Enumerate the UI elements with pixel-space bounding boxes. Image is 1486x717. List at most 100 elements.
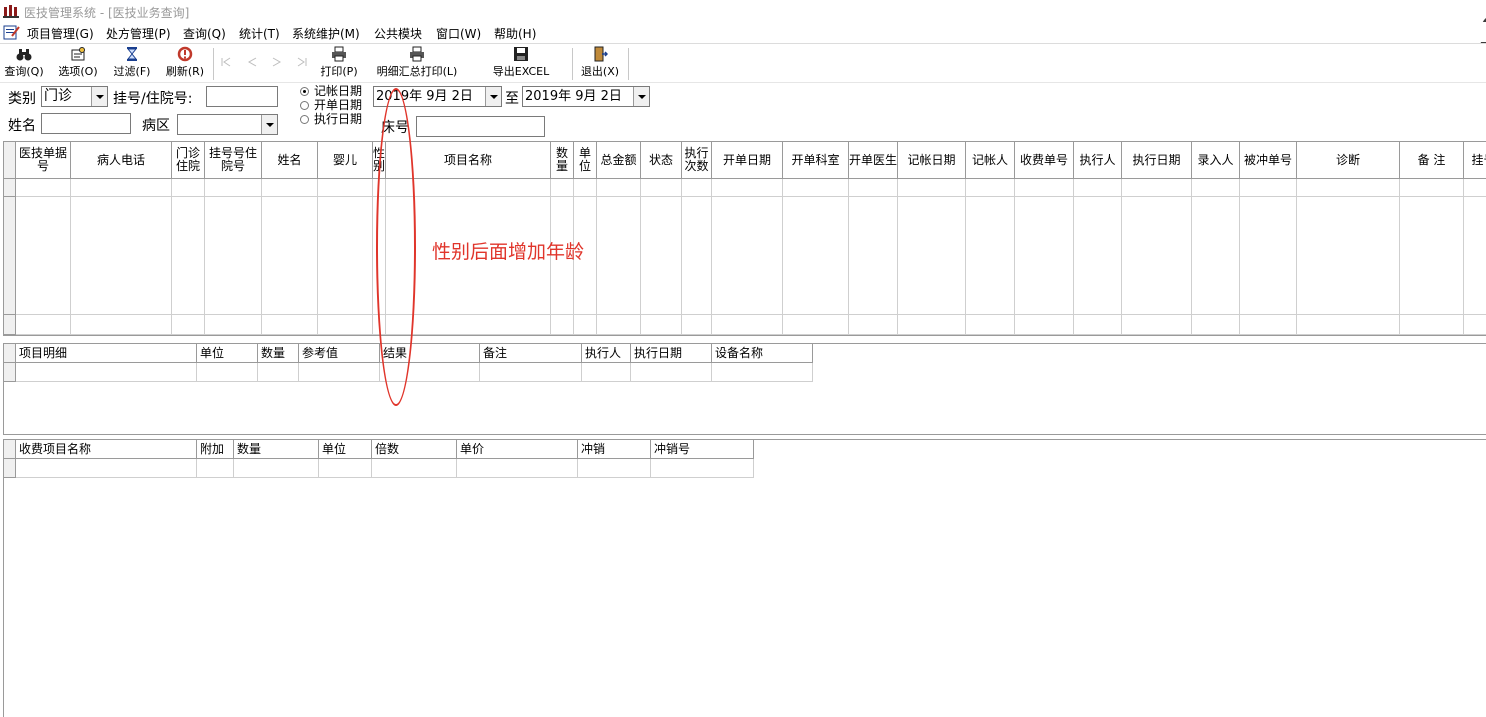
- column-header[interactable]: 备 注: [1400, 142, 1464, 179]
- menu-item-7[interactable]: 帮助(H): [494, 25, 536, 42]
- grid-cell[interactable]: [16, 197, 71, 315]
- column-header[interactable]: 婴儿: [318, 142, 373, 179]
- refresh-button[interactable]: 刷新(R): [163, 46, 207, 79]
- column-header[interactable]: 挂号号住院号: [205, 142, 262, 179]
- column-header[interactable]: 执行日期: [631, 344, 712, 363]
- grid-cell[interactable]: [16, 363, 197, 382]
- row-indicator[interactable]: [4, 363, 16, 382]
- grid-cell[interactable]: [712, 197, 783, 315]
- grid-cell[interactable]: [712, 363, 813, 382]
- export-excel-button[interactable]: 导出EXCEL: [490, 46, 552, 79]
- grid-cell[interactable]: [966, 179, 1015, 197]
- grid-cell[interactable]: [1240, 315, 1297, 335]
- column-header[interactable]: 开单科室: [783, 142, 849, 179]
- column-header[interactable]: 收费单号: [1015, 142, 1074, 179]
- grid-cell[interactable]: [1015, 179, 1074, 197]
- column-header[interactable]: 记帐人: [966, 142, 1015, 179]
- grid-cell[interactable]: [1192, 179, 1240, 197]
- grid-cell[interactable]: [16, 315, 71, 335]
- grid-cell[interactable]: [1240, 197, 1297, 315]
- filter-button[interactable]: 过滤(F): [110, 46, 154, 79]
- prev-record-icon[interactable]: [246, 56, 258, 68]
- chevron-down-icon[interactable]: [261, 115, 277, 134]
- grid-cell[interactable]: [318, 197, 373, 315]
- grid-cell[interactable]: [783, 197, 849, 315]
- column-header[interactable]: 单价: [457, 440, 578, 459]
- column-header[interactable]: 单位: [574, 142, 597, 179]
- grid-cell[interactable]: [783, 179, 849, 197]
- chevron-down-icon[interactable]: [91, 87, 107, 106]
- grid-cell[interactable]: [1122, 315, 1192, 335]
- document-edit-icon[interactable]: [3, 24, 20, 40]
- grid-cell[interactable]: [682, 179, 712, 197]
- column-header[interactable]: 状态: [641, 142, 682, 179]
- grid-cell[interactable]: [1122, 197, 1192, 315]
- column-header[interactable]: 执行人: [1074, 142, 1122, 179]
- grid-cell[interactable]: [71, 315, 172, 335]
- grid-cell[interactable]: [551, 179, 574, 197]
- row-indicator[interactable]: [4, 315, 16, 335]
- column-header[interactable]: 数量: [258, 344, 299, 363]
- grid-cell[interactable]: [172, 197, 205, 315]
- column-header[interactable]: 数量: [551, 142, 574, 179]
- menu-item-4[interactable]: 系统维护(M): [292, 25, 360, 42]
- grid-cell[interactable]: [682, 315, 712, 335]
- column-header[interactable]: 执行次数: [682, 142, 712, 179]
- category-select[interactable]: 门诊: [41, 86, 108, 107]
- column-header[interactable]: 诊断: [1297, 142, 1400, 179]
- grid-cell[interactable]: [205, 315, 262, 335]
- column-header[interactable]: 冲销: [578, 440, 651, 459]
- grid-cell[interactable]: [71, 197, 172, 315]
- grid-cell[interactable]: [898, 197, 966, 315]
- grid-cell[interactable]: [1297, 315, 1400, 335]
- grid-cell[interactable]: [1192, 315, 1240, 335]
- column-header[interactable]: 备注: [480, 344, 582, 363]
- grid-cell[interactable]: [849, 179, 898, 197]
- next-record-icon[interactable]: [271, 56, 283, 68]
- grid-cell[interactable]: [197, 459, 234, 478]
- column-header[interactable]: 冲销号: [651, 440, 754, 459]
- grid-cell[interactable]: [641, 315, 682, 335]
- grid-cell[interactable]: [574, 315, 597, 335]
- column-header[interactable]: 总金额: [597, 142, 641, 179]
- column-header[interactable]: 医技单据号: [16, 142, 71, 179]
- grid-cell[interactable]: [319, 459, 372, 478]
- menu-item-6[interactable]: 窗口(W): [436, 25, 481, 42]
- main-grid[interactable]: 医技单据号 病人电话 门诊住院 挂号号住院号 姓名 婴儿 性别 项目名称 数量 单位 总金额 状态 执行…: [3, 141, 1486, 336]
- first-record-icon[interactable]: [220, 56, 232, 68]
- grid-cell[interactable]: [234, 459, 319, 478]
- grid-cell[interactable]: [205, 179, 262, 197]
- date-to-picker[interactable]: 2019年 9月 2日: [522, 86, 650, 107]
- bed-input[interactable]: [416, 116, 545, 137]
- grid-cell[interactable]: [712, 315, 783, 335]
- grid-cell[interactable]: [651, 459, 754, 478]
- grid-cell[interactable]: [205, 197, 262, 315]
- column-header[interactable]: 门诊住院: [172, 142, 205, 179]
- column-header[interactable]: 录入人: [1192, 142, 1240, 179]
- grid-cell[interactable]: [1074, 315, 1122, 335]
- grid-cell[interactable]: [1464, 179, 1486, 197]
- column-header[interactable]: 记帐日期: [898, 142, 966, 179]
- chevron-down-icon[interactable]: [485, 87, 501, 106]
- column-header[interactable]: 收费项目名称: [16, 440, 197, 459]
- menu-item-3[interactable]: 统计(T): [239, 25, 280, 42]
- column-header[interactable]: 开单日期: [712, 142, 783, 179]
- column-header[interactable]: 开单医生: [849, 142, 898, 179]
- options-button[interactable]: 选项(O): [56, 46, 100, 79]
- reg-number-input[interactable]: [206, 86, 278, 107]
- menu-item-1[interactable]: 处方管理(P): [106, 25, 171, 42]
- column-header[interactable]: 病人电话: [71, 142, 172, 179]
- detail-grid[interactable]: 项目明细 单位 数量 参考值 结果 备注 执行人 执行日期 设备名称: [3, 343, 1486, 435]
- row-indicator[interactable]: [4, 179, 16, 197]
- grid-cell[interactable]: [1074, 197, 1122, 315]
- grid-cell[interactable]: [1015, 197, 1074, 315]
- grid-cell[interactable]: [1074, 179, 1122, 197]
- grid-cell[interactable]: [1464, 197, 1486, 315]
- grid-cell[interactable]: [966, 315, 1015, 335]
- grid-cell[interactable]: [1400, 315, 1464, 335]
- row-indicator[interactable]: [4, 197, 16, 315]
- grid-cell[interactable]: [16, 179, 71, 197]
- grid-cell[interactable]: [631, 363, 712, 382]
- grid-cell[interactable]: [898, 179, 966, 197]
- grid-cell[interactable]: [1240, 179, 1297, 197]
